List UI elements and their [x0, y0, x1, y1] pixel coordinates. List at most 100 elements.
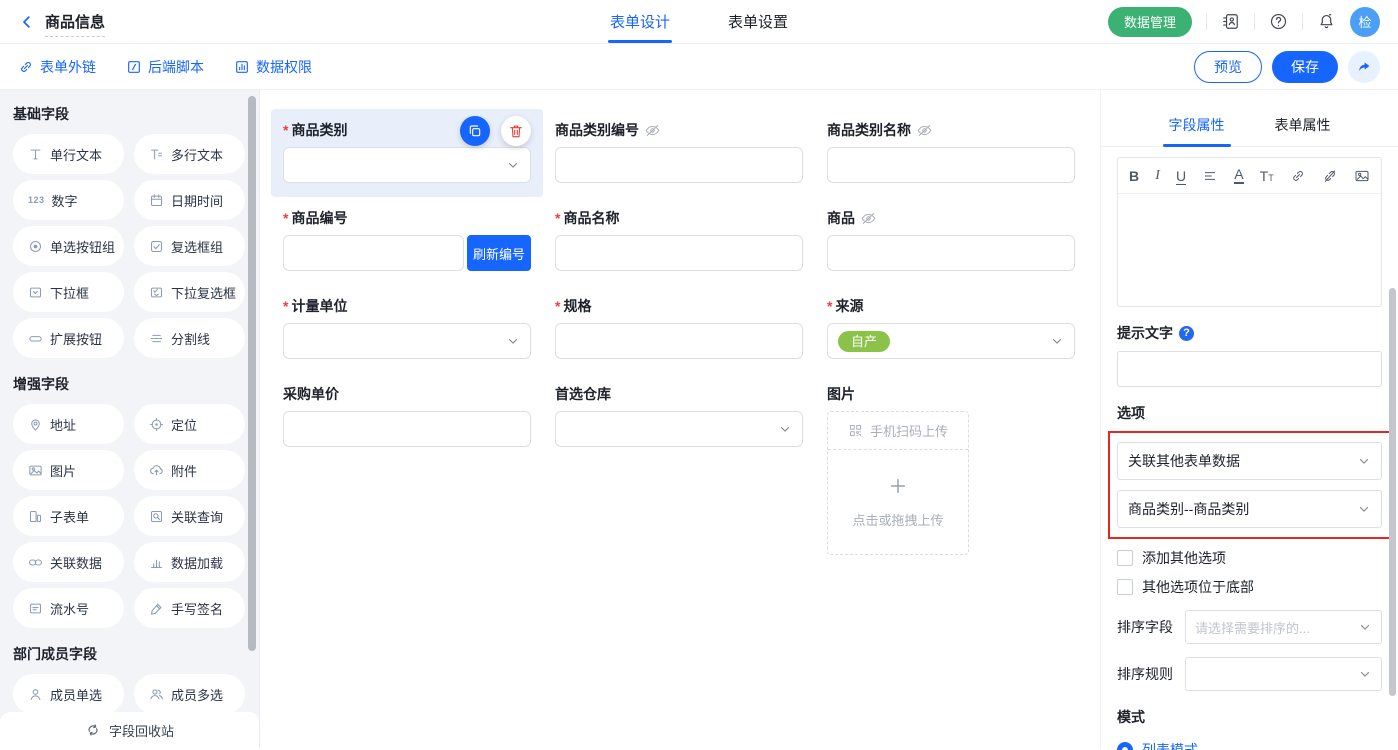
- contacts-button[interactable]: [1221, 12, 1240, 31]
- richtext-tool-unlink[interactable]: [1322, 168, 1338, 184]
- field-select[interactable]: [283, 147, 531, 183]
- sidebar-field-multiselect[interactable]: 下拉复选框: [134, 272, 245, 312]
- form-field-4[interactable]: *商品名称: [543, 197, 815, 285]
- scan-upload[interactable]: 手机扫码上传: [828, 412, 968, 450]
- sidebar-field-label: 分割线: [171, 329, 210, 348]
- sidebar-field-label: 扩展按钮: [50, 329, 102, 348]
- richtext-area[interactable]: [1118, 194, 1381, 306]
- checkbox[interactable]: [1117, 579, 1133, 595]
- field-select[interactable]: [283, 323, 531, 359]
- richtext-tool-link[interactable]: [1290, 168, 1306, 184]
- sidebar-field-image[interactable]: 图片: [13, 450, 124, 490]
- subform-icon: [28, 509, 43, 524]
- sidebar-field-sign[interactable]: 手写签名: [134, 588, 245, 628]
- sidebar-field-attach[interactable]: 附件: [134, 450, 245, 490]
- richtext-tool-image[interactable]: [1354, 168, 1370, 184]
- toolbar-link-1[interactable]: 后端脚本: [126, 57, 204, 77]
- option-select-1[interactable]: 商品类别--商品类别: [1117, 490, 1382, 528]
- form-field-3[interactable]: *商品编号刷新编号: [271, 197, 543, 285]
- copy-field-button[interactable]: [460, 116, 490, 146]
- sidebar-field-textarea[interactable]: 多行文本: [134, 134, 245, 174]
- help-button[interactable]: [1269, 12, 1288, 31]
- checkbox-row-0[interactable]: 添加其他选项: [1117, 548, 1382, 568]
- form-field-7[interactable]: *规格: [543, 285, 815, 373]
- richtext-tool-bold[interactable]: B: [1129, 168, 1139, 184]
- sidebar-field-radio[interactable]: 单选按钮组: [13, 226, 124, 266]
- sidebar-field-users[interactable]: 成员多选: [134, 674, 245, 714]
- drop-upload[interactable]: 点击或拖拽上传: [828, 450, 968, 554]
- save-button[interactable]: 保存: [1272, 51, 1338, 83]
- field-recycle-bin[interactable]: 字段回收站: [0, 712, 259, 748]
- field-input[interactable]: [555, 235, 803, 271]
- panel-scrollbar[interactable]: [1389, 288, 1396, 696]
- bell-button[interactable]: [1317, 12, 1336, 31]
- sort-rule-select[interactable]: [1185, 657, 1382, 691]
- checkbox-row-1[interactable]: 其他选项位于底部: [1117, 577, 1382, 597]
- richtext-tool-size[interactable]: TT: [1260, 168, 1274, 184]
- chevron-left-icon: [18, 13, 36, 31]
- sidebar-field-label: 下拉复选框: [171, 283, 236, 302]
- richtext-tool-align[interactable]: [1202, 168, 1218, 184]
- back-button[interactable]: [18, 13, 36, 31]
- sidebar-field-user[interactable]: 成员单选: [13, 674, 124, 714]
- form-title[interactable]: 商品信息: [45, 11, 105, 37]
- data-manage-button[interactable]: 数据管理: [1108, 7, 1192, 37]
- field-label: 首选仓库: [555, 383, 803, 405]
- form-field-11[interactable]: 图片手机扫码上传点击或拖拽上传: [815, 373, 1087, 569]
- toolbar-link-2[interactable]: 数据权限: [234, 57, 312, 77]
- avatar[interactable]: 检: [1350, 7, 1380, 37]
- sidebar-field-pin[interactable]: 地址: [13, 404, 124, 444]
- toolbar-link-0[interactable]: 表单外链: [18, 57, 96, 77]
- help-icon[interactable]: ?: [1179, 326, 1194, 341]
- form-field-9[interactable]: 采购单价: [271, 373, 543, 569]
- header-tab-1[interactable]: 表单设置: [728, 0, 788, 43]
- field-input[interactable]: [827, 235, 1075, 271]
- sidebar-field-target[interactable]: 定位: [134, 404, 245, 444]
- refresh-number-button[interactable]: 刷新编号: [467, 235, 531, 271]
- checkbox[interactable]: [1117, 550, 1133, 566]
- panel-tab-1[interactable]: 表单属性: [1275, 104, 1331, 146]
- header-tab-0[interactable]: 表单设计: [610, 0, 670, 43]
- sidebar-field-subform[interactable]: 子表单: [13, 496, 124, 536]
- preview-button[interactable]: 预览: [1194, 51, 1262, 83]
- form-field-5[interactable]: 商品: [815, 197, 1087, 285]
- form-field-8[interactable]: *来源自产: [815, 285, 1087, 373]
- sidebar-field-select[interactable]: 下拉框: [13, 272, 124, 312]
- sidebar-field-chart[interactable]: 数据加载: [134, 542, 245, 582]
- sidebar-field-number[interactable]: 123数字: [13, 180, 124, 220]
- form-field-6[interactable]: *计量单位: [271, 285, 543, 373]
- sort-field-select[interactable]: 请选择需要排序的...: [1185, 610, 1382, 644]
- sort-field-row: 排序字段 请选择需要排序的...: [1117, 610, 1382, 644]
- panel-tab-0[interactable]: 字段属性: [1169, 104, 1225, 146]
- sidebar-field-calendar[interactable]: 日期时间: [134, 180, 245, 220]
- option-select-0[interactable]: 关联其他表单数据: [1117, 442, 1382, 480]
- richtext-tool-color[interactable]: A: [1234, 167, 1243, 184]
- sidebar-field-lookup[interactable]: 关联查询: [134, 496, 245, 536]
- radio[interactable]: [1117, 742, 1133, 750]
- mode-radio-row-0[interactable]: 列表模式: [1117, 740, 1382, 750]
- sidebar-field-linkdata[interactable]: 关联数据: [13, 542, 124, 582]
- field-input[interactable]: [827, 147, 1075, 183]
- share-button[interactable]: [1348, 51, 1380, 83]
- field-select[interactable]: 自产: [827, 323, 1075, 359]
- field-input[interactable]: [555, 323, 803, 359]
- form-field-0[interactable]: *商品类别: [271, 109, 543, 197]
- form-field-10[interactable]: 首选仓库: [543, 373, 815, 569]
- field-input[interactable]: [283, 235, 464, 271]
- form-field-2[interactable]: 商品类别名称: [815, 109, 1087, 197]
- hint-text-input[interactable]: [1117, 351, 1382, 387]
- sidebar-scrollbar[interactable]: [248, 96, 256, 651]
- richtext-tool-italic[interactable]: I: [1155, 168, 1160, 184]
- sidebar-field-serial[interactable]: 流水号: [13, 588, 124, 628]
- richtext-tool-underline[interactable]: U: [1176, 168, 1186, 184]
- sidebar-field-button[interactable]: 扩展按钮: [13, 318, 124, 358]
- field-label: 商品类别名称: [827, 119, 1075, 141]
- field-input[interactable]: [555, 147, 803, 183]
- sidebar-field-checkbox[interactable]: 复选框组: [134, 226, 245, 266]
- sidebar-field-divider[interactable]: 分割线: [134, 318, 245, 358]
- sidebar-field-text[interactable]: 单行文本: [13, 134, 124, 174]
- form-field-1[interactable]: 商品类别编号: [543, 109, 815, 197]
- field-select[interactable]: [555, 411, 803, 447]
- field-input[interactable]: [283, 411, 531, 447]
- delete-field-button[interactable]: [501, 116, 531, 146]
